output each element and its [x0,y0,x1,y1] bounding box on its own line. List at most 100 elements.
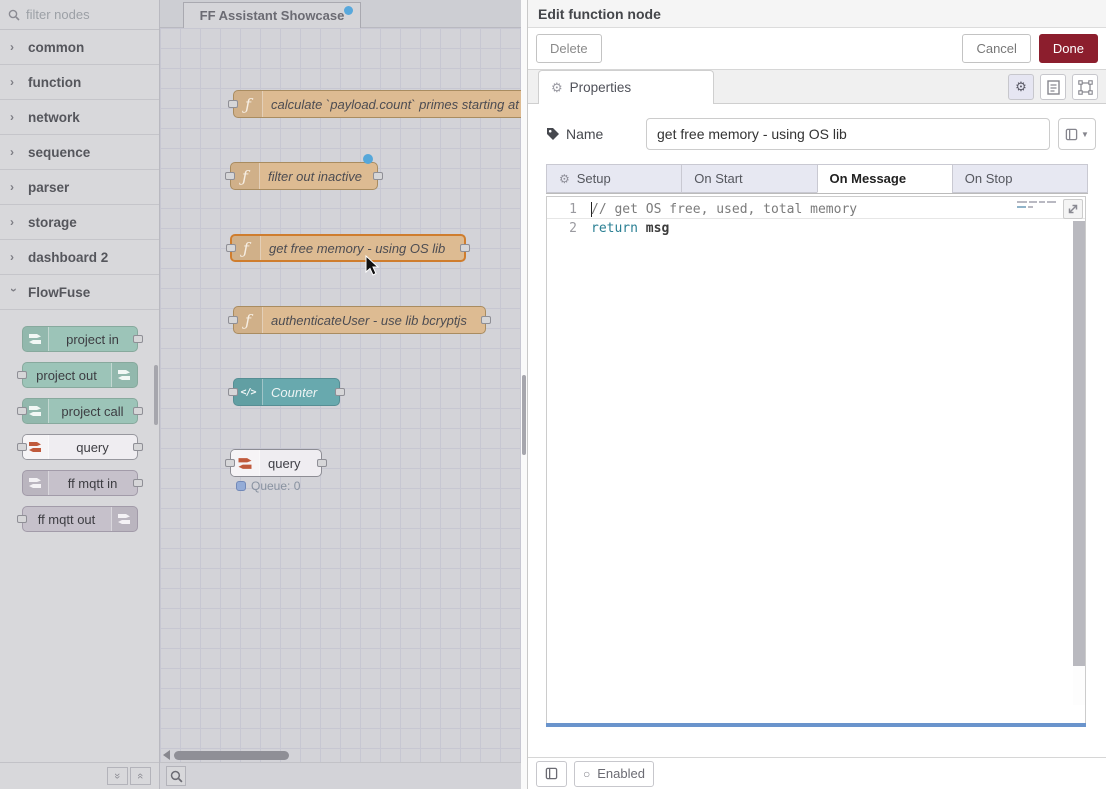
output-port[interactable] [133,407,143,415]
function-icon: ƒ [234,307,263,333]
dialog-footer: ○ Enabled [528,757,1106,789]
book-icon [545,767,558,780]
description-view-button[interactable] [1040,74,1066,100]
output-port[interactable] [460,244,470,252]
double-chevron-up-icon: » [112,773,124,779]
function-tabs: ⚙Setup On Start On Message On Stop [546,164,1088,194]
tab-label: On Stop [965,171,1013,186]
palette-search-input[interactable] [26,7,146,22]
function-icon: ƒ [231,163,260,189]
canvas-horizontal-scrollbar[interactable] [163,750,513,760]
changed-node-dot [363,154,373,164]
flowfuse-icon [23,471,49,495]
flow-node-filter-out-inactive[interactable]: ƒ filter out inactive [230,162,378,190]
palette-node-label: ff mqtt in [49,471,137,495]
output-port[interactable] [481,316,491,324]
palette-node-query[interactable]: query [22,434,138,460]
library-button[interactable] [536,761,567,787]
collapse-all-button[interactable]: » [107,767,128,785]
flow-canvas: FF Assistant Showcase ƒ calculate `paylo… [160,0,521,789]
node-red-app: ›common ›function ›network ›sequence ›pa… [0,0,1106,789]
function-icon: ƒ [232,236,261,260]
editor-scrollbar[interactable] [1073,221,1085,705]
unsaved-changes-dot [344,6,353,15]
palette-node-project-out[interactable]: project out [22,362,138,388]
code-line[interactable]: 2 return msg [547,219,1085,238]
done-button[interactable]: Done [1039,34,1098,63]
enabled-toggle-button[interactable]: ○ Enabled [574,761,654,787]
palette-category-storage[interactable]: ›storage [0,205,159,240]
output-port[interactable] [133,335,143,343]
tab-properties-label: Properties [570,80,632,95]
scrollbar-thumb[interactable] [174,751,289,760]
category-label: network [28,110,80,125]
input-port[interactable] [17,371,27,379]
scroll-left-arrow-icon[interactable] [163,750,170,760]
code-comment: // get OS free, used, total memory [591,202,857,217]
input-port[interactable] [228,388,238,396]
tab-on-start[interactable]: On Start [681,164,816,193]
flow-node-counter[interactable]: </> Counter [233,378,340,406]
name-input[interactable] [646,118,1050,150]
cancel-button[interactable]: Cancel [962,34,1030,63]
editor-tab-icons: ⚙ [1008,74,1098,100]
output-port[interactable] [335,388,345,396]
palette-node-label: query [49,435,137,459]
library-button[interactable]: ▼ [1058,118,1096,150]
tab-on-message[interactable]: On Message [817,164,952,193]
tab-on-stop[interactable]: On Stop [952,164,1088,193]
flow-node-query[interactable]: query [230,449,322,477]
code-line[interactable]: 1 // get OS free, used, total memory [547,200,1085,219]
workspace-tab[interactable]: FF Assistant Showcase [183,2,361,28]
output-port[interactable] [373,172,383,180]
search-flows-button[interactable] [166,766,186,786]
palette-scrollbar[interactable] [154,365,158,425]
input-port[interactable] [225,172,235,180]
chevron-right-icon: › [10,180,18,194]
input-port[interactable] [228,316,238,324]
palette-category-dashboard2[interactable]: ›dashboard 2 [0,240,159,275]
code-editor[interactable]: 1 // get OS free, used, total memory 2 r… [546,196,1086,726]
palette-category-network[interactable]: ›network [0,100,159,135]
line-number: 2 [547,219,591,238]
gear-icon: ⚙ [551,80,563,96]
flow-node-calculate-primes[interactable]: ƒ calculate `payload.count` primes start… [233,90,521,118]
palette-search[interactable] [0,0,159,30]
scrollbar-thumb[interactable] [1073,221,1085,666]
appearance-view-button[interactable] [1072,74,1098,100]
category-label: FlowFuse [28,285,90,300]
book-icon [1065,128,1078,141]
input-port[interactable] [228,100,238,108]
palette-node-project-call[interactable]: project call [22,398,138,424]
input-port[interactable] [17,515,27,523]
output-port[interactable] [317,459,327,467]
output-port[interactable] [133,443,143,451]
input-port[interactable] [17,443,27,451]
input-port[interactable] [226,244,236,252]
palette-node-ff-mqtt-out[interactable]: ff mqtt out [22,506,138,532]
tab-label: On Message [830,171,907,186]
palette-category-function[interactable]: ›function [0,65,159,100]
input-port[interactable] [225,459,235,467]
flow-node-authenticate-user[interactable]: ƒ authenticateUser - use lib bcryptjs [233,306,486,334]
palette-node-ff-mqtt-in[interactable]: ff mqtt in [22,470,138,496]
palette-node-project-in[interactable]: project in [22,326,138,352]
expand-all-button[interactable]: « [130,767,151,785]
flow-node-get-free-memory[interactable]: ƒ get free memory - using OS lib [230,234,466,262]
properties-view-button[interactable]: ⚙ [1008,74,1034,100]
name-label: Name [546,126,638,142]
editor-resize-handle[interactable] [546,723,1086,727]
palette-category-parser[interactable]: ›parser [0,170,159,205]
canvas-vertical-scrollbar[interactable] [522,375,526,455]
tab-properties[interactable]: ⚙ Properties [538,70,714,104]
palette-category-flowfuse[interactable]: ›FlowFuse [0,275,159,310]
palette-category-sequence[interactable]: ›sequence [0,135,159,170]
input-port[interactable] [17,407,27,415]
delete-button[interactable]: Delete [536,34,602,63]
tab-setup[interactable]: ⚙Setup [546,164,681,193]
expand-editor-button[interactable] [1063,199,1083,219]
flow-grid[interactable]: ƒ calculate `payload.count` primes start… [160,28,521,762]
output-port[interactable] [133,479,143,487]
palette-category-common[interactable]: ›common [0,30,159,65]
palette-footer: » « [0,762,159,789]
